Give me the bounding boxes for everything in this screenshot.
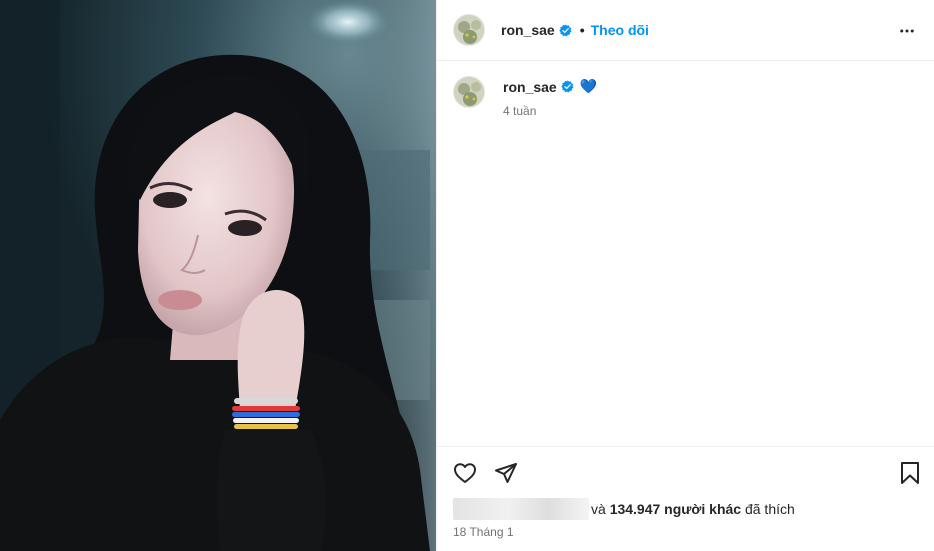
likes-summary[interactable]: và 134.947 người khác đã thích bbox=[453, 498, 795, 520]
post-photo[interactable] bbox=[0, 0, 436, 551]
caption-text: 💙 bbox=[579, 78, 598, 94]
caption-author-avatar[interactable] bbox=[453, 76, 485, 108]
author-username[interactable]: ron_sae bbox=[501, 22, 555, 38]
heart-icon[interactable] bbox=[453, 461, 477, 490]
likes-prefix: và bbox=[591, 501, 606, 517]
verified-badge-icon bbox=[561, 80, 574, 93]
post-actions-section: và 134.947 người khác đã thích 18 Tháng … bbox=[437, 446, 934, 551]
follow-button[interactable]: Theo dõi bbox=[591, 22, 649, 38]
avatar-image bbox=[454, 77, 484, 107]
post-side-panel: ron_sae • Theo dõi ron_sae 💙 4 tuần và 1… bbox=[436, 0, 934, 551]
bookmark-icon[interactable] bbox=[899, 461, 921, 490]
caption-username[interactable]: ron_sae bbox=[503, 79, 557, 95]
separator-dot: • bbox=[579, 22, 585, 38]
avatar-image bbox=[454, 15, 484, 45]
author-avatar[interactable] bbox=[453, 14, 485, 46]
likes-suffix: đã thích bbox=[744, 501, 795, 517]
post-date[interactable]: 18 Tháng 1 bbox=[453, 525, 514, 539]
likes-count[interactable]: 134.947 người khác bbox=[610, 501, 741, 517]
paper-plane-icon[interactable] bbox=[494, 461, 518, 490]
post-header: ron_sae • Theo dõi bbox=[437, 0, 934, 61]
post-photo-image bbox=[0, 0, 436, 551]
post-caption: ron_sae 💙 4 tuần bbox=[453, 76, 597, 118]
more-options-icon[interactable] bbox=[898, 22, 916, 45]
verified-badge-icon bbox=[559, 23, 572, 37]
caption-timestamp[interactable]: 4 tuần bbox=[503, 104, 597, 118]
liker-name-redacted bbox=[453, 498, 589, 520]
